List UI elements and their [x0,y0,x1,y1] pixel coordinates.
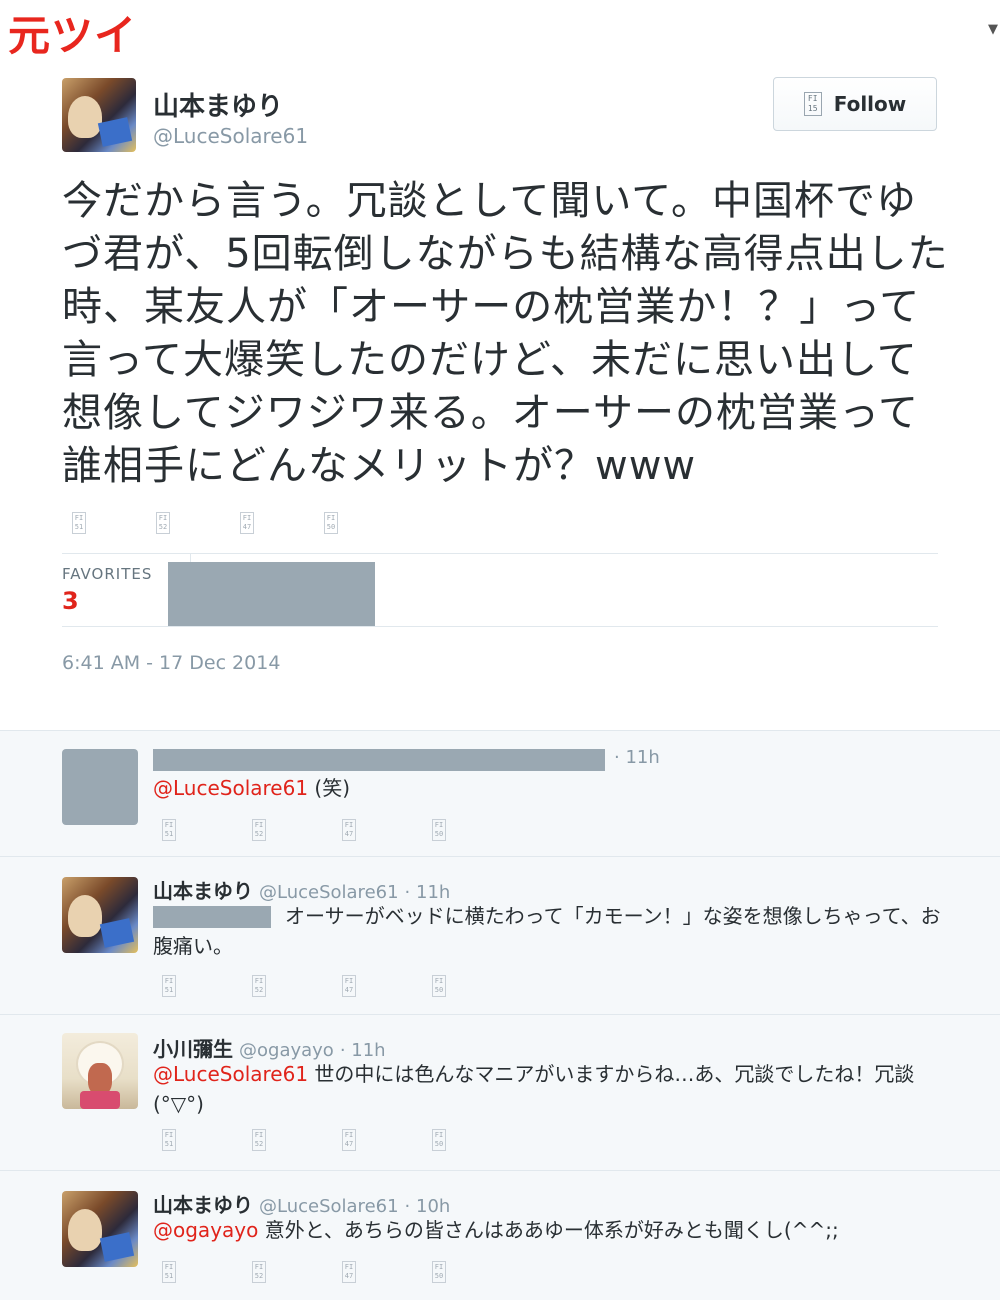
reply-meta: 山本まゆり @LuceSolare61 · 10h [153,1189,450,1218]
reply-icon[interactable]: FI 51 [162,819,176,841]
reply-meta: 小川彌生 @ogayayo · 11h [153,1033,386,1062]
favorite-icon[interactable]: FI 47 [342,1261,356,1283]
favorites-count[interactable]: 3 [62,587,79,615]
more-icon[interactable]: FI 50 [432,975,446,997]
reply-icon[interactable]: FI 51 [162,1129,176,1151]
follow-icon: FI 15 [803,92,822,116]
reply-actions: FI 51 FI 52 FI 47 FI 50 [162,1261,522,1283]
mention-link[interactable]: @LuceSolare61 [153,1062,308,1086]
favorite-icon[interactable]: FI 47 [342,819,356,841]
more-icon[interactable]: FI 50 [324,512,338,534]
tweet-timestamp[interactable]: 6:41 AM - 17 Dec 2014 [62,652,280,674]
avatar[interactable] [62,1033,138,1109]
reply-icon[interactable]: FI 51 [72,512,86,534]
reply-actions: FI 51 FI 52 FI 47 FI 50 [162,975,522,997]
reply-text: @LuceSolare61 世の中には色んなマニアがいますからね…あ、冗談でした… [153,1059,943,1119]
more-icon[interactable]: FI 50 [432,1261,446,1283]
reply-icon[interactable]: FI 51 [162,975,176,997]
chevron-down-icon[interactable]: ▼ [988,22,998,37]
avatar[interactable] [62,78,136,152]
avatar-cat-shape [68,895,102,937]
reply-text: @LuceSolare61 (笑) [153,773,943,803]
reply-actions: FI 51 FI 52 FI 47 FI 50 [162,1129,522,1151]
reply-icon[interactable]: FI 51 [162,1261,176,1283]
reply-name[interactable]: 小川彌生 [153,1033,233,1062]
reply-body: 意外と、あちらの皆さんはああゆー体系が好みとも聞くし(^^;; [258,1218,839,1242]
favorite-icon[interactable]: FI 47 [342,1129,356,1151]
divider [62,553,938,554]
avatar-cat-shape [68,96,102,138]
follow-label: Follow [833,92,907,116]
reply-text: @ogayayo 意外と、あちらの皆さんはああゆー体系が好みとも聞くし(^^;; [153,1215,943,1245]
avatar[interactable] [62,877,138,953]
corner-label: 元ツイ [8,11,138,60]
reply-name[interactable]: 山本まゆり [153,875,253,904]
reply-actions: FI 51 FI 52 FI 47 FI 50 [162,819,522,841]
redacted-name [153,749,605,771]
retweet-icon[interactable]: FI 52 [252,1261,266,1283]
more-icon[interactable]: FI 50 [432,1129,446,1151]
redacted-avatars [168,562,375,627]
retweet-icon[interactable]: FI 52 [156,512,170,534]
reply-item[interactable]: 小川彌生 @ogayayo · 11h @LuceSolare61 世の中には色… [0,1015,1000,1171]
reply-handle[interactable]: @ogayayo [239,1040,334,1061]
reply-handle[interactable]: @LuceSolare61 [259,1196,399,1217]
divider [62,626,938,627]
reply-item[interactable]: 山本まゆり @LuceSolare61 · 11h オーサーがベッドに横たわって… [0,857,1000,1015]
retweet-icon[interactable]: FI 52 [252,1129,266,1151]
mention-link[interactable]: @LuceSolare61 [153,776,308,800]
mention-link[interactable]: @ogayayo [153,1218,258,1242]
avatar-book-shape [99,918,135,948]
tweet-actions: FI 51 FI 52 FI 47 FI 50 [72,512,408,534]
tweet-text: 今だから言う。冗談として聞いて。中国杯でゆづ君が、5回転倒しながらも結構な高得点… [62,178,949,489]
replies-list: · 11h @LuceSolare61 (笑) FI 51 FI 52 FI 4… [0,730,1000,1300]
avatar-cat-shape [68,1209,102,1251]
favorites-label: FAVORITES [62,565,153,583]
reply-meta: · 11h [614,747,660,768]
author-handle[interactable]: @LuceSolare61 [153,124,308,148]
favorite-icon[interactable]: FI 47 [342,975,356,997]
more-icon[interactable]: FI 50 [432,819,446,841]
reply-time[interactable]: · 11h [405,882,451,903]
reply-item[interactable]: · 11h @LuceSolare61 (笑) FI 51 FI 52 FI 4… [0,731,1000,857]
favorite-icon[interactable]: FI 47 [240,512,254,534]
retweet-icon[interactable]: FI 52 [252,819,266,841]
reply-time[interactable]: · 11h [340,1040,386,1061]
reply-text: オーサーがベッドに横たわって「カモーン！」な姿を想像しちゃって、お腹痛い。 [153,904,941,958]
author-name[interactable]: 山本まゆり [153,86,283,123]
retweet-icon[interactable]: FI 52 [252,975,266,997]
reply-name[interactable]: 山本まゆり [153,1189,253,1218]
main-tweet: 山本まゆり @LuceSolare61 FI 15 Follow 今だから言う。… [0,60,1000,732]
avatar[interactable] [62,749,138,825]
avatar[interactable] [62,1191,138,1267]
avatar-body-shape [80,1091,120,1109]
avatar-book-shape [99,1232,135,1262]
follow-button[interactable]: FI 15 Follow [773,77,937,131]
reply-item[interactable]: 山本まゆり @LuceSolare61 · 10h @ogayayo 意外と、あ… [0,1171,1000,1300]
reply-time[interactable]: · 10h [405,1196,451,1217]
reply-time[interactable]: · 11h [614,747,660,768]
reply-body: (笑) [308,776,351,800]
reply-handle[interactable]: @LuceSolare61 [259,882,399,903]
avatar-book-shape [97,117,133,147]
reply-meta: 山本まゆり @LuceSolare61 · 11h [153,875,450,904]
